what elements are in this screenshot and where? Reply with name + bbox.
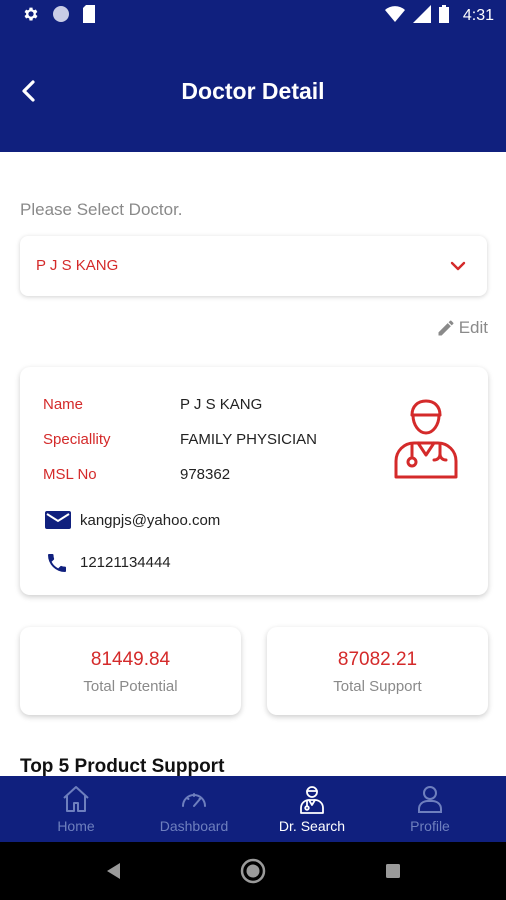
total-support-card: 87082.21 Total Support [267, 627, 488, 715]
page-title: Doctor Detail [181, 78, 325, 104]
total-potential-card: 81449.84 Total Potential [20, 627, 241, 715]
square-recents-icon [386, 864, 400, 878]
status-left [22, 4, 96, 28]
edit-label: Edit [458, 318, 488, 337]
email-icon [45, 509, 71, 536]
doctor-detail-card: Name P J S KANG Speciallity FAMILY PHYSI… [20, 367, 488, 595]
msl-no-value: 978362 [180, 466, 231, 483]
gear-icon [22, 5, 40, 28]
total-support-value: 87082.21 [337, 649, 418, 670]
wifi-icon [384, 5, 405, 27]
nav-item-dashboard[interactable]: Dashboard [131, 776, 257, 842]
circle-icon [52, 5, 70, 28]
sim-card-icon [82, 4, 96, 28]
phone-value[interactable]: 12121134444 [80, 554, 171, 571]
nav-label-home: Home [57, 818, 95, 834]
system-home-button[interactable] [240, 858, 266, 884]
chevron-down-icon [449, 257, 467, 280]
name-label: Name [43, 396, 84, 413]
status-right: 4:31 [384, 4, 494, 28]
nav-label-dashboard: Dashboard [159, 818, 229, 834]
edit-button[interactable]: Edit [436, 318, 488, 338]
total-potential-value: 81449.84 [90, 649, 171, 670]
section-title: Top 5 Product Support [20, 756, 225, 777]
system-back-button[interactable] [100, 858, 126, 884]
system-nav-bar [0, 842, 506, 900]
signal-icon [412, 4, 431, 28]
nav-item-dr-search[interactable]: Dr. Search [249, 776, 375, 842]
battery-icon [438, 4, 449, 28]
total-potential-label: Total Potential [83, 678, 178, 695]
pencil-icon [438, 320, 454, 336]
speciality-label: Speciallity [43, 431, 111, 448]
home-icon [61, 784, 91, 814]
system-recents-button[interactable] [380, 858, 406, 884]
nav-item-profile[interactable]: Profile [367, 776, 493, 842]
person-icon [415, 784, 445, 814]
name-value: P J S KANG [180, 396, 263, 413]
nav-label-profile: Profile [410, 818, 450, 834]
bottom-nav: Home Dashboard Dr. Search Profile [0, 776, 506, 842]
msl-no-label: MSL No [43, 466, 97, 483]
total-support-label: Total Support [333, 678, 422, 695]
doctor-icon [392, 397, 460, 484]
circle-home-icon [240, 858, 266, 884]
app-bar: Doctor Detail [0, 32, 506, 152]
doctor-icon [297, 784, 327, 814]
clock: 4:31 [462, 7, 494, 24]
nav-label-dr-search: Dr. Search [278, 818, 346, 834]
email-value[interactable]: kangpjs@yahoo.com [80, 512, 220, 529]
phone-icon [45, 551, 69, 580]
speciality-value: FAMILY PHYSICIAN [180, 431, 317, 448]
triangle-back-icon [107, 863, 120, 879]
status-bar: 4:31 [0, 0, 506, 32]
doctor-select[interactable]: P J S KANG [20, 236, 487, 296]
doctor-select-value: P J S KANG [36, 257, 119, 274]
speedometer-icon [179, 784, 209, 814]
select-doctor-label: Please Select Doctor. [20, 200, 183, 219]
nav-item-home[interactable]: Home [13, 776, 139, 842]
